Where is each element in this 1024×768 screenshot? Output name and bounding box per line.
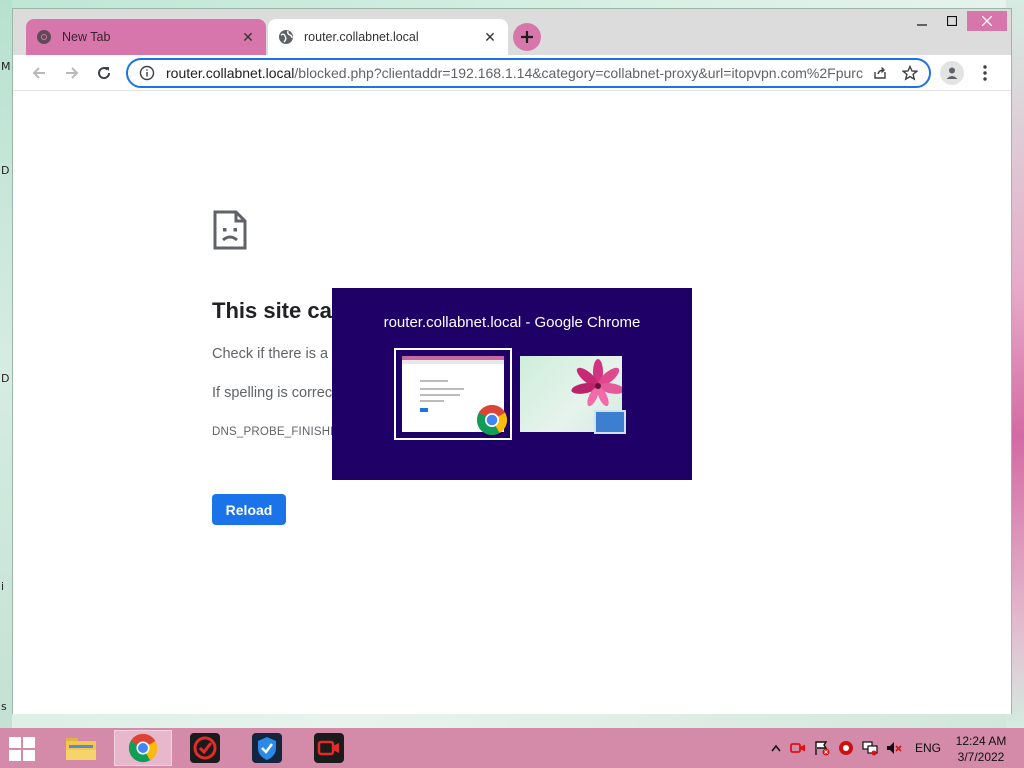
chrome-icon	[36, 29, 52, 45]
tab-new-tab[interactable]: New Tab ✕	[26, 19, 266, 55]
shield-app-taskbar-button[interactable]	[238, 730, 296, 766]
url-text: router.collabnet.local/blocked.php?clien…	[166, 65, 869, 81]
desktop-icon	[594, 410, 626, 434]
more-vert-icon	[983, 65, 987, 81]
chrome-icon	[128, 733, 158, 763]
file-explorer-icon	[66, 738, 96, 760]
switcher-title: router.collabnet.local - Google Chrome	[383, 314, 641, 331]
profile-icon	[946, 67, 958, 79]
close-icon[interactable]: ✕	[240, 29, 256, 45]
forward-button[interactable]	[58, 59, 86, 87]
menu-button[interactable]	[975, 61, 995, 85]
sad-page-icon	[212, 209, 248, 256]
close-icon	[982, 16, 992, 26]
language-indicator[interactable]: ENG	[915, 741, 941, 755]
shield-app-icon	[252, 733, 282, 763]
show-hidden-icons-button[interactable]	[768, 740, 784, 756]
toolbar: router.collabnet.local/blocked.php?clien…	[13, 55, 1011, 91]
wallpaper-glyph: D	[1, 372, 10, 385]
back-arrow-icon	[32, 67, 45, 79]
start-button[interactable]	[8, 736, 38, 762]
error-title: This site ca	[212, 298, 332, 323]
clock[interactable]: 12:24 AM 3/7/2022	[948, 733, 1014, 765]
wallpaper-glyph: s	[1, 700, 7, 713]
wallpaper-left-edge: M D D i s	[0, 0, 12, 728]
back-button[interactable]	[25, 59, 53, 87]
wallpaper-glyph: D	[1, 164, 10, 177]
chevron-up-icon	[771, 744, 781, 752]
tab-label: New Tab	[62, 30, 111, 44]
task-switcher: router.collabnet.local - Google Chrome	[332, 288, 692, 480]
chrome-window-thumbnail[interactable]	[394, 348, 512, 440]
wallpaper-glyph: M	[1, 60, 11, 73]
error-code: DNS_PROBE_FINISHED	[212, 426, 347, 438]
tray-itop-icon[interactable]	[838, 740, 854, 756]
minimize-icon	[917, 24, 927, 26]
screen-recorder-icon	[314, 733, 344, 763]
file-explorer-taskbar-button[interactable]	[52, 730, 110, 766]
profile-button[interactable]	[940, 61, 964, 85]
close-icon[interactable]: ✕	[482, 29, 498, 45]
windows-logo-icon	[9, 737, 35, 761]
tray-recorder-icon[interactable]	[790, 740, 806, 756]
title-bar: New Tab ✕ router.collabnet.local ✕	[13, 9, 1011, 55]
reload-toolbar-button[interactable]	[90, 59, 118, 87]
url-path: /blocked.php?clientaddr=192.168.1.14&cat…	[294, 65, 863, 81]
itop-vpn-icon	[190, 733, 220, 763]
share-icon[interactable]	[869, 62, 891, 84]
clock-time: 12:24 AM	[955, 734, 1007, 748]
chrome-taskbar-button[interactable]	[114, 730, 172, 766]
info-icon[interactable]	[136, 62, 158, 84]
maximize-button[interactable]	[937, 11, 967, 31]
network-icon[interactable]	[862, 740, 878, 756]
address-bar[interactable]: router.collabnet.local/blocked.php?clien…	[126, 58, 931, 88]
globe-icon	[278, 29, 294, 45]
itop-vpn-taskbar-button[interactable]	[176, 730, 234, 766]
window-close-button[interactable]	[967, 11, 1007, 31]
tab-label: router.collabnet.local	[304, 30, 419, 44]
volume-muted-icon[interactable]	[886, 740, 902, 756]
plus-icon	[521, 31, 533, 43]
forward-arrow-icon	[66, 67, 79, 79]
error-suggestion-2: If spelling is correc	[212, 385, 333, 401]
bookmark-star-icon[interactable]	[899, 62, 921, 84]
maximize-icon	[947, 16, 957, 26]
tab-router[interactable]: router.collabnet.local ✕	[268, 19, 508, 55]
taskbar: ENG 12:24 AM 3/7/2022	[0, 728, 1024, 768]
error-suggestion-1: Check if there is a	[212, 346, 329, 362]
screen-recorder-taskbar-button[interactable]	[300, 730, 358, 766]
reload-icon	[98, 67, 111, 80]
reload-button[interactable]: Reload	[212, 494, 286, 525]
chrome-icon	[476, 404, 508, 436]
clock-date: 3/7/2022	[957, 750, 1005, 764]
url-host: router.collabnet.local	[166, 65, 295, 81]
minimize-button[interactable]	[907, 11, 937, 31]
tray-flag-icon[interactable]	[814, 740, 830, 756]
new-tab-button[interactable]	[513, 23, 541, 51]
wallpaper-glyph: i	[1, 580, 5, 593]
